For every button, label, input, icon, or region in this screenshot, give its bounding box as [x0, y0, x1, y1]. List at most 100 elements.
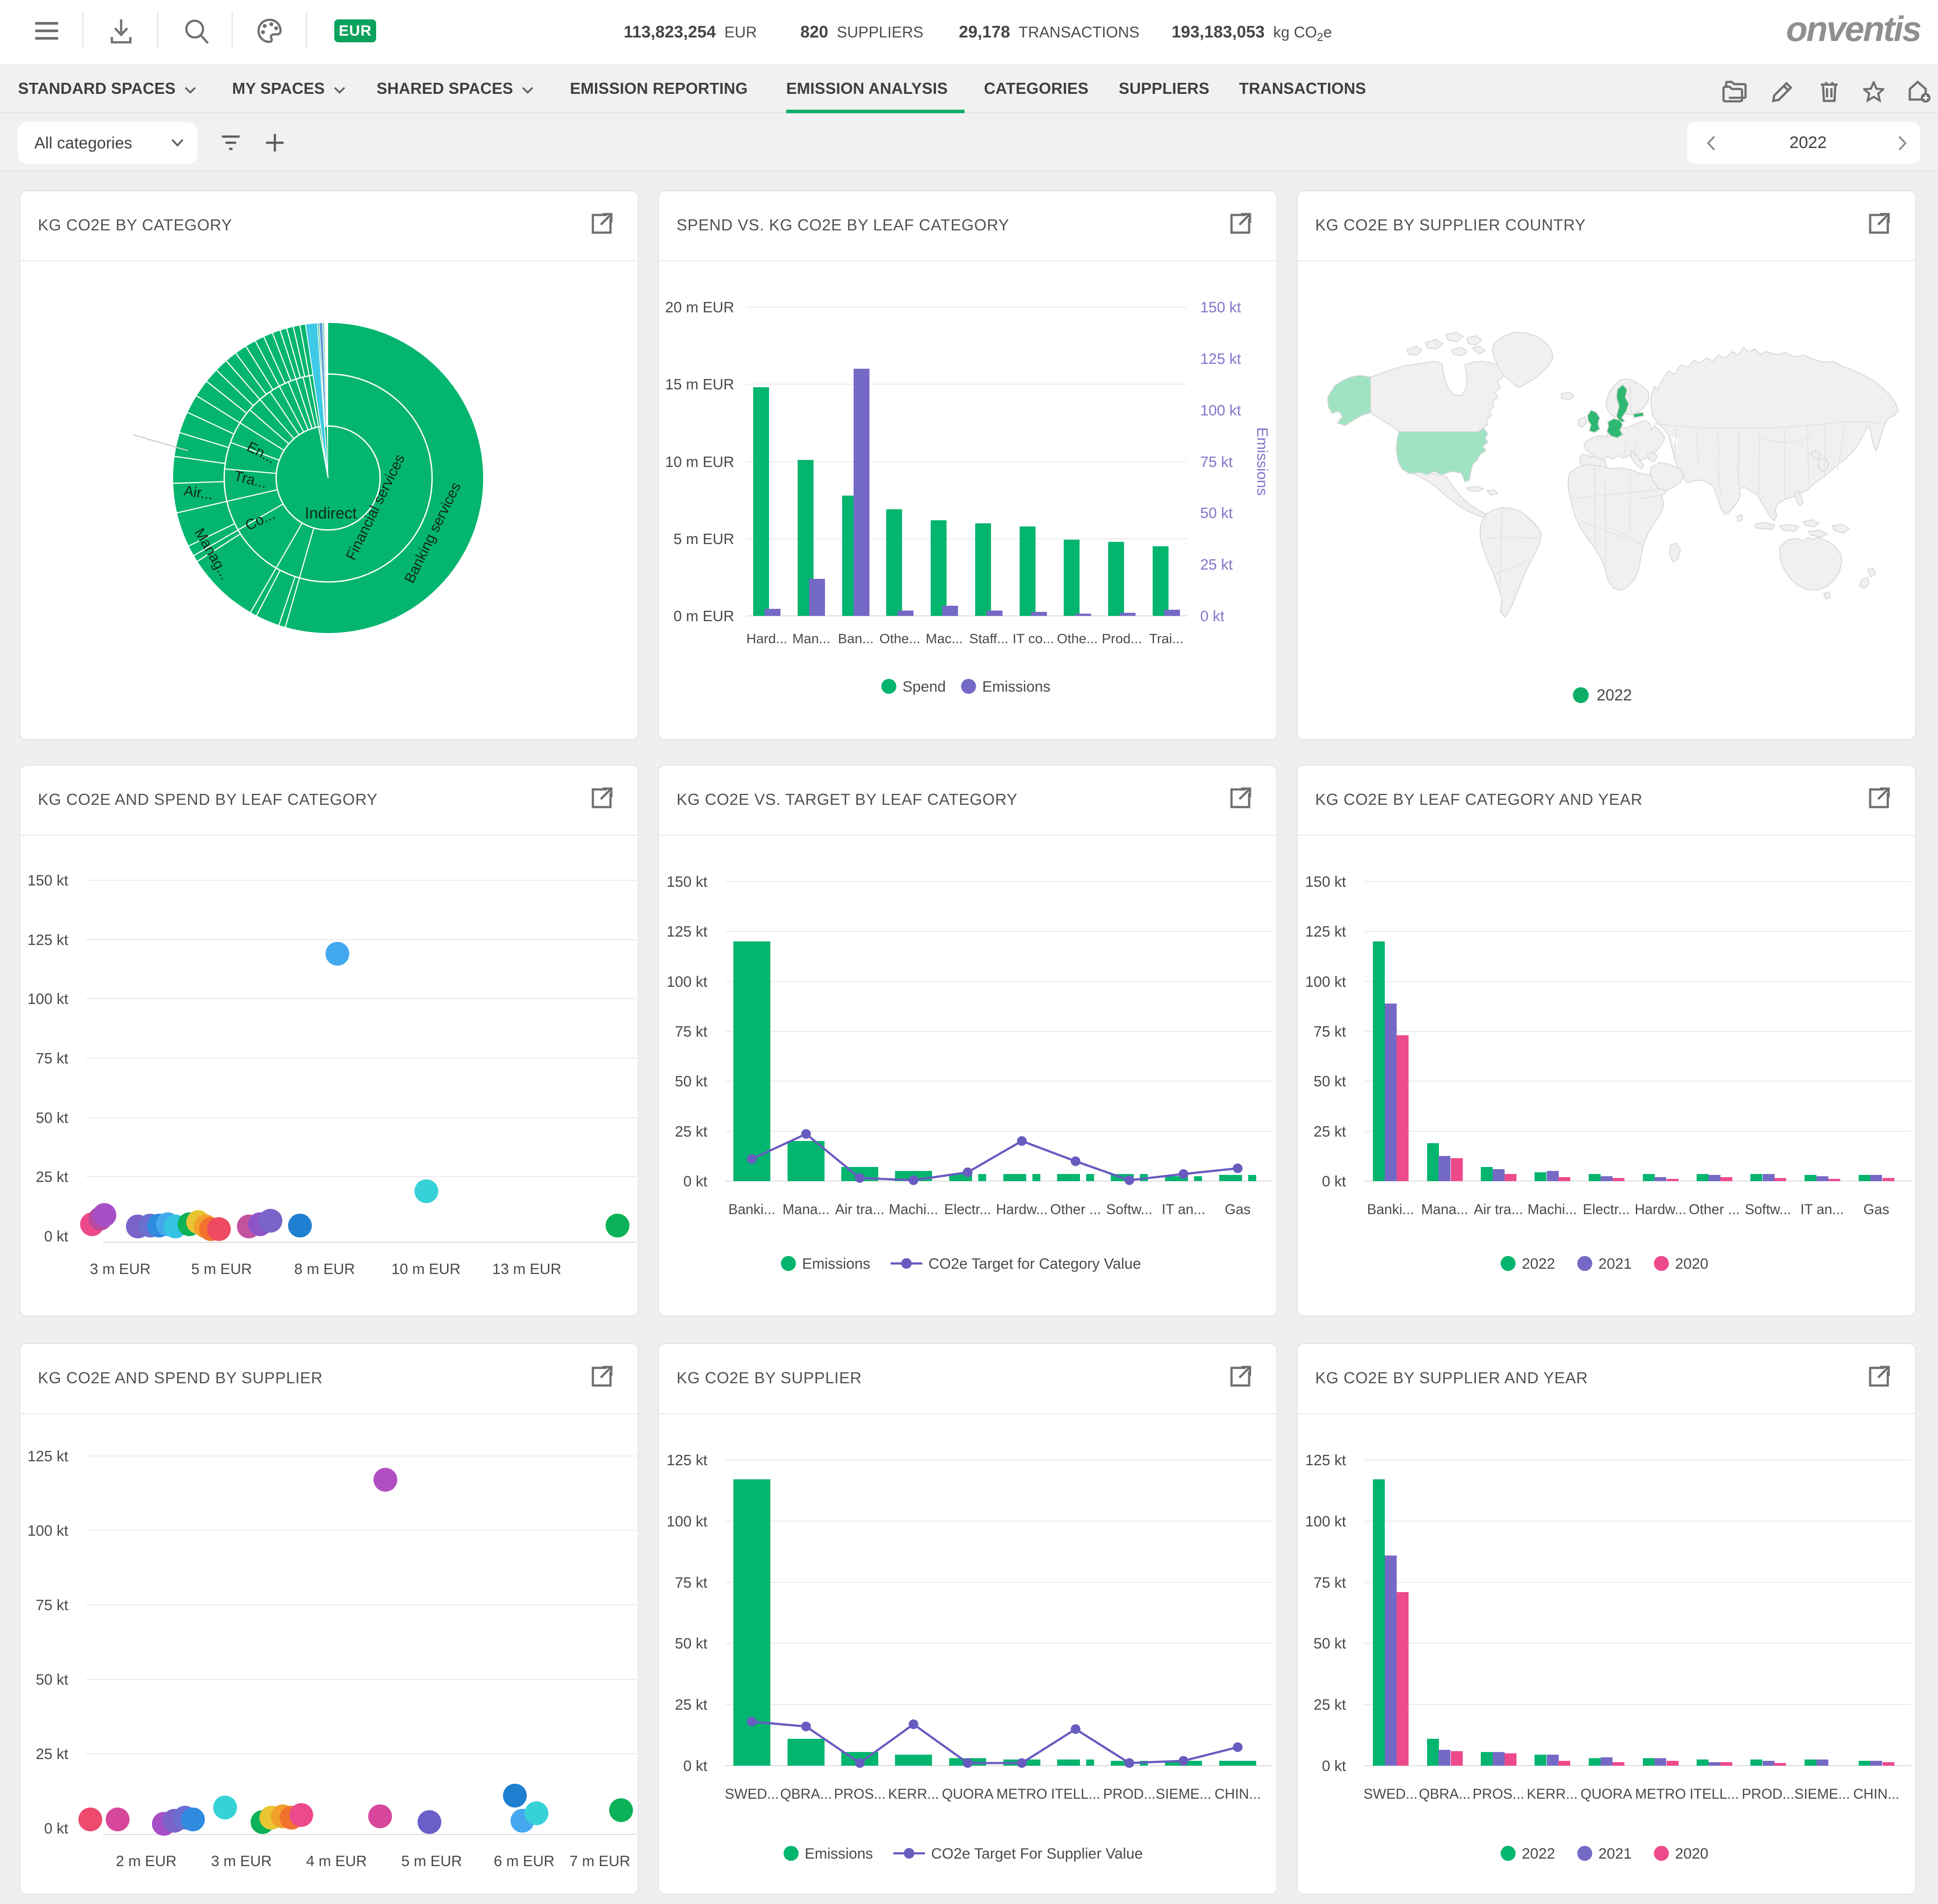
- svg-text:50 kt: 50 kt: [675, 1073, 707, 1090]
- svg-text:75 kt: 75 kt: [675, 1574, 707, 1591]
- svg-text:Emissions: Emissions: [805, 1845, 873, 1862]
- svg-text:5 m EUR: 5 m EUR: [673, 531, 734, 548]
- svg-text:4 m EUR: 4 m EUR: [306, 1853, 367, 1870]
- svg-text:Banki...: Banki...: [729, 1201, 776, 1217]
- svg-text:100 kt: 100 kt: [666, 974, 707, 990]
- svg-text:ITELL...: ITELL...: [1690, 1786, 1739, 1802]
- svg-text:75 kt: 75 kt: [1313, 1023, 1346, 1040]
- svg-text:Emissions: Emissions: [982, 678, 1050, 695]
- svg-text:Electr...: Electr...: [1583, 1201, 1630, 1217]
- svg-text:125 kt: 125 kt: [1200, 351, 1241, 367]
- svg-text:25 kt: 25 kt: [675, 1123, 707, 1140]
- svg-text:100 kt: 100 kt: [1305, 974, 1346, 990]
- svg-text:75 kt: 75 kt: [675, 1023, 707, 1040]
- svg-text:2020: 2020: [1675, 1256, 1709, 1272]
- svg-text:QUORA: QUORA: [942, 1786, 994, 1802]
- svg-text:Trai...: Trai...: [1149, 631, 1184, 646]
- svg-text:Air tra...: Air tra...: [835, 1201, 884, 1217]
- svg-text:25 kt: 25 kt: [1313, 1123, 1346, 1140]
- svg-text:SIEME...: SIEME...: [1156, 1786, 1211, 1802]
- svg-text:15 m EUR: 15 m EUR: [665, 376, 734, 393]
- svg-text:Hard...: Hard...: [746, 631, 787, 646]
- svg-text:0 kt: 0 kt: [683, 1758, 707, 1774]
- svg-text:25 kt: 25 kt: [1200, 556, 1233, 573]
- svg-text:100 kt: 100 kt: [1305, 1513, 1346, 1530]
- svg-text:SIEME...: SIEME...: [1794, 1786, 1850, 1802]
- svg-text:Prod...: Prod...: [1102, 631, 1142, 646]
- svg-text:PROS...: PROS...: [1472, 1786, 1524, 1802]
- svg-text:125 kt: 125 kt: [1305, 923, 1346, 940]
- svg-text:SWED...: SWED...: [725, 1786, 779, 1802]
- svg-text:5 m EUR: 5 m EUR: [191, 1261, 252, 1278]
- svg-text:0 m EUR: 0 m EUR: [673, 608, 734, 625]
- svg-text:150 kt: 150 kt: [1200, 299, 1241, 316]
- svg-text:Emissions: Emissions: [802, 1256, 870, 1272]
- svg-text:Spend: Spend: [902, 678, 946, 695]
- svg-text:Mac...: Mac...: [926, 631, 963, 646]
- svg-text:CO2e Target for Category Value: CO2e Target for Category Value: [928, 1256, 1141, 1272]
- svg-text:10 m EUR: 10 m EUR: [665, 454, 734, 470]
- svg-text:2 m EUR: 2 m EUR: [116, 1853, 177, 1870]
- svg-text:10 m EUR: 10 m EUR: [392, 1261, 461, 1278]
- svg-text:3 m EUR: 3 m EUR: [211, 1853, 272, 1870]
- svg-text:Emissions: Emissions: [1254, 427, 1271, 496]
- svg-text:ITELL...: ITELL...: [1051, 1786, 1100, 1802]
- svg-text:75 kt: 75 kt: [36, 1050, 68, 1067]
- svg-text:Hardw...: Hardw...: [996, 1201, 1047, 1217]
- svg-text:25 kt: 25 kt: [36, 1169, 68, 1185]
- svg-text:150 kt: 150 kt: [1305, 874, 1346, 890]
- svg-text:0 kt: 0 kt: [1200, 608, 1224, 625]
- svg-text:QUORA: QUORA: [1580, 1786, 1632, 1802]
- svg-text:125 kt: 125 kt: [1305, 1452, 1346, 1469]
- svg-text:Banki...: Banki...: [1367, 1201, 1414, 1217]
- svg-text:Electr...: Electr...: [944, 1201, 991, 1217]
- svg-text:Machi...: Machi...: [1527, 1201, 1577, 1217]
- svg-text:0 kt: 0 kt: [1322, 1173, 1346, 1190]
- svg-text:5 m EUR: 5 m EUR: [401, 1853, 462, 1870]
- svg-text:Machi...: Machi...: [889, 1201, 938, 1217]
- svg-text:8 m EUR: 8 m EUR: [294, 1261, 355, 1278]
- svg-text:75 kt: 75 kt: [36, 1597, 68, 1614]
- svg-text:150 kt: 150 kt: [27, 872, 68, 889]
- svg-text:Mana...: Mana...: [1421, 1201, 1468, 1217]
- svg-text:50 kt: 50 kt: [36, 1110, 68, 1126]
- svg-text:METRO: METRO: [996, 1786, 1047, 1802]
- svg-text:IT an...: IT an...: [1800, 1201, 1844, 1217]
- svg-text:125 kt: 125 kt: [666, 1452, 707, 1469]
- svg-text:100 kt: 100 kt: [666, 1513, 707, 1530]
- svg-text:3 m EUR: 3 m EUR: [90, 1261, 151, 1278]
- svg-text:100 kt: 100 kt: [1200, 402, 1241, 419]
- svg-text:125 kt: 125 kt: [666, 923, 707, 940]
- svg-text:2020: 2020: [1675, 1845, 1709, 1862]
- svg-text:Othe...: Othe...: [1057, 631, 1098, 646]
- svg-text:Gas: Gas: [1864, 1201, 1890, 1217]
- svg-text:Man...: Man...: [792, 631, 830, 646]
- svg-text:13 m EUR: 13 m EUR: [492, 1261, 562, 1278]
- svg-text:75 kt: 75 kt: [1313, 1574, 1346, 1591]
- svg-text:Othe...: Othe...: [879, 631, 920, 646]
- svg-text:Gas: Gas: [1225, 1201, 1251, 1217]
- svg-text:6 m EUR: 6 m EUR: [494, 1853, 555, 1870]
- svg-text:Softw...: Softw...: [1745, 1201, 1791, 1217]
- svg-text:20 m EUR: 20 m EUR: [665, 299, 734, 316]
- svg-text:50 kt: 50 kt: [1313, 1635, 1346, 1652]
- svg-text:50 kt: 50 kt: [675, 1635, 707, 1652]
- svg-text:0 kt: 0 kt: [44, 1820, 68, 1837]
- svg-text:125 kt: 125 kt: [27, 932, 68, 948]
- svg-text:25 kt: 25 kt: [1313, 1697, 1346, 1713]
- svg-text:75 kt: 75 kt: [1200, 454, 1233, 470]
- svg-text:KERR...: KERR...: [888, 1786, 939, 1802]
- svg-text:25 kt: 25 kt: [675, 1697, 707, 1713]
- svg-text:IT an...: IT an...: [1161, 1201, 1205, 1217]
- svg-text:CHIN...: CHIN...: [1853, 1786, 1900, 1802]
- svg-text:Indirect: Indirect: [305, 504, 357, 522]
- svg-text:2022: 2022: [1597, 686, 1632, 704]
- svg-text:Softw...: Softw...: [1106, 1201, 1153, 1217]
- svg-text:150 kt: 150 kt: [666, 874, 707, 890]
- svg-text:Hardw...: Hardw...: [1635, 1201, 1686, 1217]
- svg-text:CHIN...: CHIN...: [1215, 1786, 1261, 1802]
- svg-text:0 kt: 0 kt: [683, 1173, 707, 1190]
- svg-text:50 kt: 50 kt: [1313, 1073, 1346, 1090]
- svg-text:Staff...: Staff...: [969, 631, 1008, 646]
- svg-text:50 kt: 50 kt: [1200, 505, 1233, 522]
